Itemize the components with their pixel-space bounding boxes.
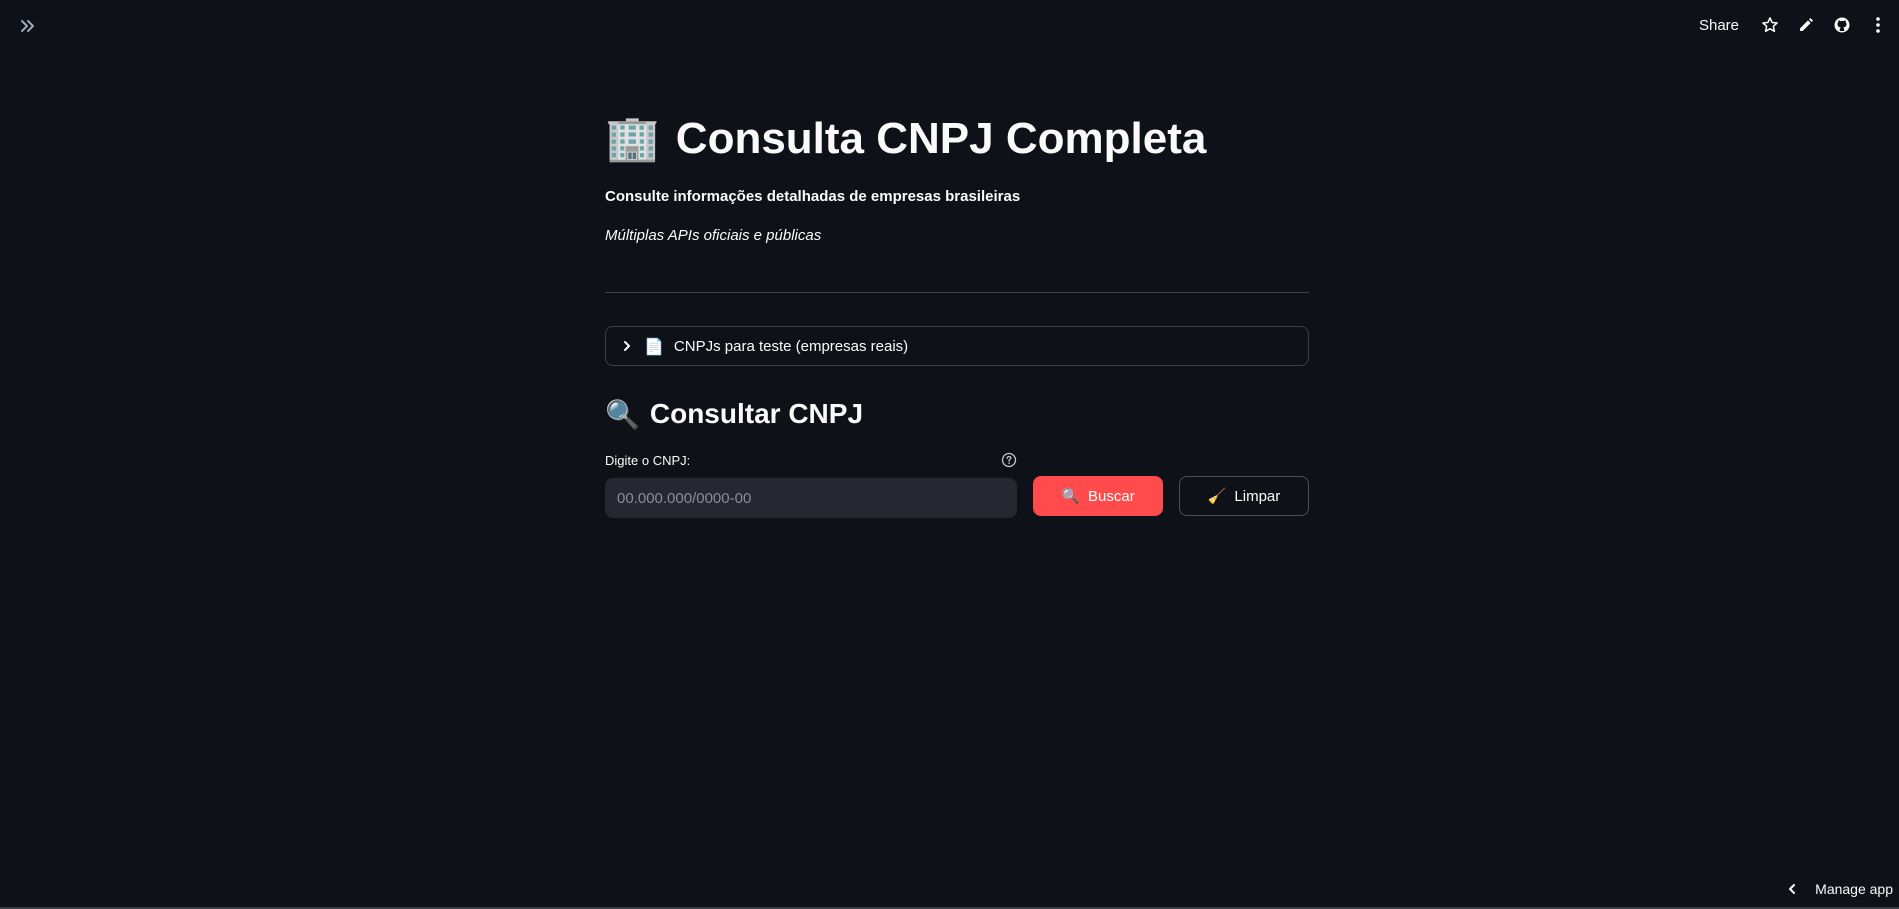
clear-button[interactable]: 🧹 Limpar — [1179, 476, 1309, 516]
search-button[interactable]: 🔍 Buscar — [1033, 476, 1163, 516]
page-tagline: Múltiplas APIs oficiais e públicas — [605, 227, 822, 244]
github-icon[interactable] — [1829, 12, 1855, 38]
chevron-left-icon — [1789, 884, 1796, 894]
toolbar: Share — [1691, 12, 1891, 38]
expander-label: CNPJs para teste (empresas reais) — [673, 337, 909, 355]
kebab-menu-icon[interactable] — [1865, 12, 1891, 38]
top-bar: Share — [0, 0, 1899, 50]
cnpj-form: Digite o CNPJ: 🔍 Buscar 🧹 Limpar — [605, 450, 1309, 518]
manage-app-label: Manage app — [1815, 881, 1893, 897]
pencil-icon[interactable] — [1793, 12, 1819, 38]
divider — [605, 292, 1309, 293]
page-title-text: Consulta CNPJ Completa — [675, 113, 1207, 163]
building-icon: 🏢 — [605, 112, 660, 164]
main-content: 🏢 Consulta CNPJ Completa Consulte inform… — [605, 100, 1309, 518]
question-circle-icon[interactable] — [1001, 452, 1017, 468]
clear-button-label: Limpar — [1234, 487, 1281, 505]
magnifier-icon: 🔍 — [605, 397, 640, 431]
share-button[interactable]: Share — [1691, 17, 1747, 34]
sidebar-toggle-icon[interactable] — [16, 14, 40, 38]
page-title: 🏢 Consulta CNPJ Completa — [605, 100, 1309, 178]
cnpj-field: Digite o CNPJ: — [605, 450, 1017, 518]
cnpj-input[interactable] — [605, 478, 1017, 518]
section-title-text: Consultar CNPJ — [649, 398, 864, 429]
star-icon[interactable] — [1757, 12, 1783, 38]
document-icon: 📄 — [644, 336, 664, 356]
search-button-label: Buscar — [1088, 487, 1135, 505]
chevron-right-icon — [624, 341, 630, 351]
page-subtitle: Consulte informações detalhadas de empre… — [605, 188, 1021, 205]
section-title: 🔍 Consultar CNPJ — [605, 394, 1309, 434]
test-cnpjs-expander[interactable]: 📄 CNPJs para teste (empresas reais) — [605, 326, 1309, 366]
cnpj-label: Digite o CNPJ: — [605, 452, 691, 468]
magnifier-icon: 🔍 — [1061, 487, 1080, 505]
manage-app-button[interactable]: Manage app — [1785, 881, 1893, 897]
broom-icon: 🧹 — [1207, 487, 1227, 505]
